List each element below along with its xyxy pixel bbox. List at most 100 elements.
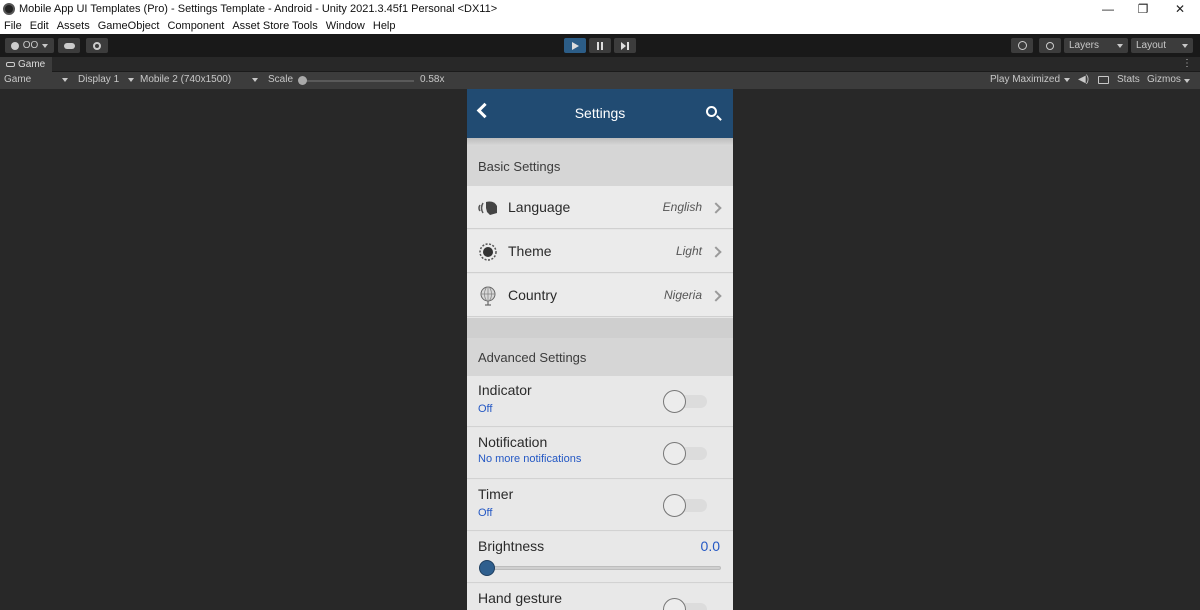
- toggle-row-status: Off: [478, 403, 493, 415]
- gamepad-icon: [6, 62, 15, 67]
- unity-logo-icon: [3, 3, 15, 15]
- menu-asset-store-tools[interactable]: Asset Store Tools: [232, 20, 317, 32]
- app-header: Settings: [467, 89, 733, 138]
- history-icon: [1017, 41, 1027, 50]
- stats-button[interactable]: Stats: [1117, 74, 1140, 85]
- chevron-down-icon: [252, 78, 258, 82]
- close-button[interactable]: ✕: [1162, 0, 1198, 18]
- toggle-row-indicator: Indicator Off: [467, 376, 733, 427]
- slider-row-label: Brightness: [478, 538, 545, 554]
- chevron-right-icon: [710, 202, 722, 214]
- layout-dropdown[interactable]: Layout: [1131, 38, 1193, 53]
- toggle-row-label: Notification: [478, 434, 548, 450]
- settings-row-country[interactable]: Country Nigeria: [467, 274, 733, 317]
- toggle-thumb: [663, 598, 686, 610]
- pause-button[interactable]: [589, 38, 611, 53]
- menu-assets[interactable]: Assets: [57, 20, 90, 32]
- menu-file[interactable]: File: [4, 20, 22, 32]
- account-label: OO: [22, 40, 39, 51]
- toggle-row-notification: Notification No more notifications: [467, 428, 733, 479]
- resolution-select-label: Mobile 2 (740x1500): [140, 74, 232, 85]
- tab-row: Game ⋮: [0, 57, 1200, 72]
- maximize-button[interactable]: ❐: [1125, 0, 1161, 18]
- play-mode-select[interactable]: Play Maximized: [990, 74, 1070, 85]
- settings-row-label: Country: [508, 287, 558, 303]
- gear-icon: [93, 41, 101, 50]
- history-button[interactable]: [1011, 38, 1033, 53]
- menu-component[interactable]: Component: [167, 20, 224, 32]
- settings-row-theme[interactable]: Theme Light: [467, 230, 733, 273]
- section-divider: [467, 318, 733, 338]
- settings-row-label: Language: [508, 199, 571, 215]
- chevron-down-icon: [1064, 78, 1070, 82]
- header-shadow: [467, 138, 733, 146]
- cloud-icon: [63, 42, 75, 49]
- menu-edit[interactable]: Edit: [30, 20, 49, 32]
- chevron-right-icon: [710, 246, 722, 258]
- tab-game-label: Game: [18, 59, 46, 70]
- toggle-row-label: Hand gesture: [478, 590, 563, 606]
- main-toolbar: OO Layers Layout: [0, 34, 1200, 57]
- settings-row-value: Light: [675, 244, 702, 258]
- indicator-toggle[interactable]: [663, 390, 711, 413]
- window-title-bar: Mobile App UI Templates (Pro) - Settings…: [0, 0, 1200, 18]
- display-select[interactable]: Display 1: [78, 74, 134, 85]
- play-mode-label: Play Maximized: [990, 74, 1061, 85]
- language-icon: [478, 201, 497, 215]
- chevron-down-icon: [1184, 79, 1190, 83]
- toggle-row-label: Timer: [478, 486, 514, 502]
- play-button[interactable]: [564, 38, 586, 53]
- view-select[interactable]: Game: [4, 74, 70, 85]
- layers-label: Layers: [1069, 40, 1100, 51]
- theme-icon: [479, 243, 497, 261]
- kebab-menu-icon[interactable]: ⋮: [1182, 58, 1192, 69]
- account-dropdown[interactable]: OO: [5, 38, 54, 53]
- layers-dropdown[interactable]: Layers: [1064, 38, 1128, 53]
- chevron-right-icon: [710, 290, 722, 302]
- display-select-label: Display 1: [78, 74, 120, 85]
- chevron-down-icon: [1117, 44, 1123, 48]
- brightness-slider-handle[interactable]: [479, 560, 495, 576]
- scale-label: Scale: [268, 74, 294, 85]
- toggle-row-status: No more notifications: [478, 453, 582, 465]
- search-button[interactable]: [1039, 38, 1061, 53]
- notification-toggle[interactable]: [663, 442, 711, 465]
- timer-toggle[interactable]: [663, 494, 711, 517]
- slider-row-value: 0.0: [700, 538, 720, 554]
- toggle-row-status: Off: [478, 507, 493, 519]
- chevron-down-icon: [128, 78, 134, 82]
- pause-icon: [597, 41, 603, 50]
- account-icon: [10, 41, 19, 50]
- settings-row-value: English: [662, 200, 702, 214]
- settings-row-language[interactable]: Language English: [467, 186, 733, 229]
- toggle-row-timer: Timer Off: [467, 480, 733, 531]
- tab-game[interactable]: Game: [0, 57, 52, 72]
- layout-label: Layout: [1136, 40, 1167, 51]
- section-header-advanced: Advanced Settings: [467, 338, 733, 376]
- keyboard-icon[interactable]: [1098, 76, 1109, 84]
- menu-gameobject[interactable]: GameObject: [98, 20, 160, 32]
- toggle-thumb: [663, 442, 686, 465]
- collab-button[interactable]: [86, 38, 108, 53]
- menu-help[interactable]: Help: [373, 20, 396, 32]
- chevron-down-icon: [62, 78, 68, 82]
- toggle-thumb: [663, 494, 686, 517]
- scale-slider-handle[interactable]: [298, 76, 307, 85]
- step-icon: [621, 41, 629, 50]
- screen-title: Settings: [574, 105, 626, 121]
- hand-gesture-toggle[interactable]: [663, 598, 711, 610]
- view-select-label: Game: [4, 74, 32, 85]
- resolution-select[interactable]: Mobile 2 (740x1500): [140, 74, 260, 85]
- mute-audio-icon[interactable]: ◀): [1078, 74, 1089, 85]
- section-header-basic: Basic Settings: [467, 146, 733, 186]
- scale-slider-track[interactable]: [302, 80, 414, 82]
- minimize-button[interactable]: —: [1090, 0, 1126, 18]
- search-icon[interactable]: [706, 106, 717, 117]
- gizmos-button[interactable]: Gizmos: [1147, 74, 1181, 85]
- settings-row-value: Nigeria: [663, 288, 702, 302]
- brightness-slider-track[interactable]: [485, 566, 721, 570]
- cloud-button[interactable]: [58, 38, 80, 53]
- menu-window[interactable]: Window: [326, 20, 365, 32]
- step-button[interactable]: [614, 38, 636, 53]
- toggle-row-hand-gesture: Hand gesture: [467, 584, 733, 610]
